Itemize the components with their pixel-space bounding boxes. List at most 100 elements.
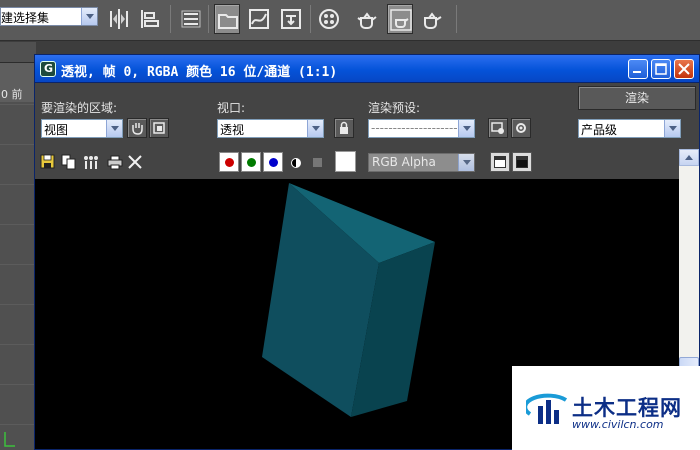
- folder-icon: [218, 14, 238, 29]
- toolbar-separator: [208, 5, 209, 33]
- area-to-render-label: 要渲染的区域:: [41, 101, 118, 115]
- viewport-label-text: 视口:: [217, 101, 246, 115]
- red-channel-toggle[interactable]: [219, 152, 239, 172]
- frame-toolbar: RGB Alpha: [35, 149, 679, 179]
- layers-icon: [181, 10, 201, 28]
- viewport-label[interactable]: 0 前: [1, 86, 23, 102]
- window-icon: [494, 156, 506, 168]
- gear-icon: [516, 123, 526, 133]
- render-setup-button[interactable]: [214, 4, 240, 34]
- maximize-icon: [655, 63, 667, 75]
- mirror-button[interactable]: [106, 4, 132, 34]
- teapot-icon: [357, 12, 377, 29]
- curve-editor-icon: [249, 9, 269, 29]
- named-selection-set-value: 建选择集: [1, 11, 50, 25]
- save-icon: [40, 154, 55, 169]
- copy-icon: [61, 154, 76, 170]
- clear-button[interactable]: [127, 154, 143, 170]
- save-image-button[interactable]: [40, 154, 56, 170]
- region-icon: [153, 122, 165, 134]
- monochrome-icon: [313, 158, 322, 167]
- minimize-button[interactable]: [628, 59, 648, 79]
- schematic-view-button[interactable]: [278, 4, 304, 34]
- watermark-url: www.civilcn.com: [572, 418, 664, 431]
- app-root: 建选择集 0 前 G 透视, 帧 0, RGBA 颜色 16 位/通道 (1:1…: [0, 0, 700, 450]
- align-icon: [141, 10, 159, 28]
- auto-region-button[interactable]: [149, 118, 169, 138]
- mirror-icon: [110, 9, 128, 29]
- window-title: 透视, 帧 0, RGBA 颜色 16 位/通道 (1:1): [61, 65, 338, 80]
- render-preset-value: --------------------: [371, 121, 458, 135]
- layer-manager-button[interactable]: [178, 4, 204, 34]
- front-viewport[interactable]: 0 前: [0, 42, 36, 450]
- toggle-ui-overlay-button[interactable]: [490, 152, 510, 172]
- viewport-dropdown[interactable]: 透视: [217, 119, 324, 138]
- viewport-value: 透视: [220, 123, 245, 137]
- named-selection-set-dropdown[interactable]: 建选择集: [0, 7, 98, 26]
- channel-display-value: RGB Alpha: [372, 155, 436, 169]
- clone-icon: [84, 156, 98, 169]
- chevron-down-icon[interactable]: [106, 120, 122, 137]
- contrast-icon: [291, 158, 301, 168]
- axis-gizmo-icon: [4, 432, 15, 447]
- green-channel-dot: [247, 158, 256, 167]
- green-channel-toggle[interactable]: [241, 152, 261, 172]
- schematic-icon: [281, 9, 301, 29]
- chevron-down-icon[interactable]: [81, 8, 97, 25]
- area-to-render-value: 视图: [44, 123, 69, 137]
- app-logo-icon: [40, 61, 56, 77]
- watermark-logo: [526, 393, 568, 424]
- area-to-render-dropdown[interactable]: 视图: [41, 119, 123, 138]
- color-swatch[interactable]: [335, 151, 356, 172]
- close-icon: [678, 63, 690, 75]
- render-button[interactable]: 渲染: [578, 86, 696, 110]
- material-editor-icon: [319, 9, 339, 29]
- lock-viewport-button[interactable]: [334, 118, 354, 138]
- render-preset-label: 渲染预设:: [368, 101, 421, 115]
- rendered-frame-window-button[interactable]: [387, 4, 413, 34]
- viewport-grid: [0, 104, 36, 450]
- render-setup-dialog-button[interactable]: [488, 118, 508, 138]
- render-setup-teapot-button[interactable]: [354, 4, 380, 34]
- monochrome-toggle[interactable]: [312, 157, 328, 173]
- scroll-up-button[interactable]: [679, 149, 699, 166]
- print-image-button[interactable]: [107, 154, 123, 170]
- hand-icon: [132, 123, 143, 135]
- toggle-ui-button[interactable]: [512, 152, 532, 172]
- channel-display-dropdown[interactable]: RGB Alpha: [368, 153, 475, 172]
- printer-icon: [107, 155, 123, 170]
- render-controls: 要渲染的区域: 视图 视口: 透视 渲染预设: ----------------: [35, 84, 699, 148]
- environment-effects-button[interactable]: [511, 118, 531, 138]
- curve-editor-button[interactable]: [246, 4, 272, 34]
- close-button[interactable]: [674, 59, 694, 79]
- alpha-channel-toggle[interactable]: [290, 157, 306, 173]
- render-preset-dropdown[interactable]: --------------------: [368, 119, 475, 138]
- edit-region-button[interactable]: [127, 118, 147, 138]
- close-icon: [128, 155, 142, 169]
- blue-channel-dot: [269, 158, 278, 167]
- minimize-icon: [633, 71, 641, 73]
- render-quality-value: 产品级: [581, 123, 618, 137]
- chevron-down-icon[interactable]: [664, 120, 680, 137]
- watermark: 土木工程网 www.civilcn.com: [512, 366, 700, 450]
- window-titlebar[interactable]: 透视, 帧 0, RGBA 颜色 16 位/通道 (1:1): [35, 55, 699, 83]
- teapot-frame-icon: [390, 9, 412, 31]
- render-production-button[interactable]: [419, 4, 445, 34]
- chevron-down-icon[interactable]: [458, 120, 474, 137]
- chevron-down-icon[interactable]: [307, 120, 323, 137]
- blue-channel-toggle[interactable]: [263, 152, 283, 172]
- render-quality-dropdown[interactable]: 产品级: [578, 119, 681, 138]
- clone-window-button[interactable]: [82, 154, 98, 170]
- lock-icon: [340, 121, 348, 134]
- copy-image-button[interactable]: [61, 154, 77, 170]
- toolbar-separator: [456, 5, 457, 33]
- maximize-button[interactable]: [651, 59, 671, 79]
- toolbar-separator: [170, 5, 171, 33]
- align-button[interactable]: [137, 4, 163, 34]
- red-channel-dot: [225, 158, 234, 167]
- chevron-down-icon[interactable]: [458, 154, 474, 171]
- main-toolbar: 建选择集: [0, 0, 700, 41]
- teapot-render-icon: [424, 12, 442, 29]
- window-dark-icon: [516, 156, 528, 168]
- material-editor-button[interactable]: [316, 4, 342, 34]
